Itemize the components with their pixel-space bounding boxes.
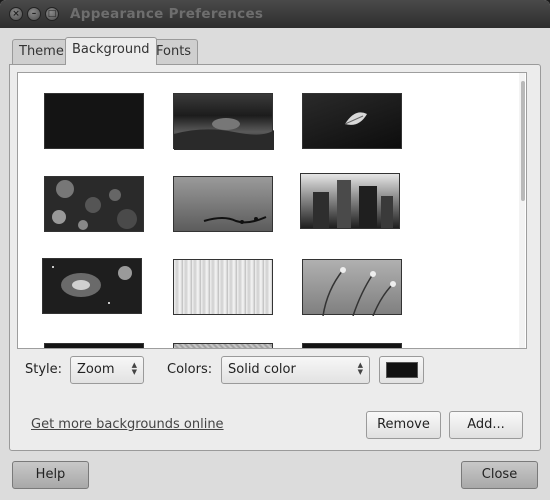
color-picker-button[interactable]	[379, 356, 424, 384]
maximize-icon[interactable]: □	[45, 7, 59, 21]
help-button[interactable]: Help	[12, 461, 89, 489]
appearance-preferences-window: × – □ Appearance Preferences Theme Backg…	[0, 0, 550, 500]
colors-select[interactable]: Solid color ▲ ▼	[221, 356, 370, 384]
skyscrapers-art	[313, 180, 393, 228]
background-thumbnail-flower-stems[interactable]	[302, 259, 402, 317]
tab-background[interactable]: Background	[65, 37, 157, 65]
background-thumbnail-partial[interactable]	[302, 343, 402, 348]
color-swatch	[386, 362, 418, 378]
background-thumbnail-twig-silhouette[interactable]	[173, 176, 273, 232]
background-thumbnail-skyscrapers[interactable]	[300, 173, 407, 236]
bubbles-art	[52, 180, 137, 230]
style-label: Style:	[25, 362, 63, 377]
landscape-art	[174, 118, 274, 150]
remove-button[interactable]: Remove	[366, 411, 441, 439]
galaxy-art	[52, 266, 132, 304]
title-bar: × – □ Appearance Preferences	[0, 0, 550, 28]
close-icon[interactable]: ×	[9, 7, 23, 21]
background-thumbnail-light-curtain[interactable]	[173, 259, 273, 315]
leaf-art	[344, 112, 367, 125]
close-button[interactable]: Close	[461, 461, 538, 489]
background-thumbnail-partial[interactable]	[173, 343, 273, 348]
colors-label: Colors:	[167, 362, 213, 377]
add-button[interactable]: Add...	[449, 411, 523, 439]
spin-arrows-icon: ▲ ▼	[131, 361, 137, 376]
background-list[interactable]	[17, 72, 527, 349]
colors-select-value: Solid color	[228, 362, 296, 377]
background-thumbnail-solid-black[interactable]	[44, 93, 144, 149]
spin-arrows-icon: ▲ ▼	[357, 361, 363, 376]
background-thumbnail-bubbles-bokeh[interactable]	[44, 176, 144, 232]
minimize-icon[interactable]: –	[27, 7, 41, 21]
stems-art	[322, 267, 396, 317]
twig-art	[203, 216, 267, 224]
window-title: Appearance Preferences	[70, 6, 264, 22]
background-thumbnail-partial[interactable]	[44, 343, 144, 348]
background-thumbnail-spiral-galaxy[interactable]	[42, 258, 149, 321]
tab-theme[interactable]: Theme	[12, 39, 71, 64]
style-select[interactable]: Zoom ▲ ▼	[70, 356, 144, 384]
background-thumbnail-dark-cloudy-landscape[interactable]	[173, 93, 274, 150]
get-more-backgrounds-link[interactable]: Get more backgrounds online	[31, 417, 224, 432]
style-select-value: Zoom	[77, 362, 115, 377]
background-thumbnail-dark-leaf[interactable]	[302, 93, 402, 149]
scrollbar-thumb[interactable]	[521, 81, 525, 201]
